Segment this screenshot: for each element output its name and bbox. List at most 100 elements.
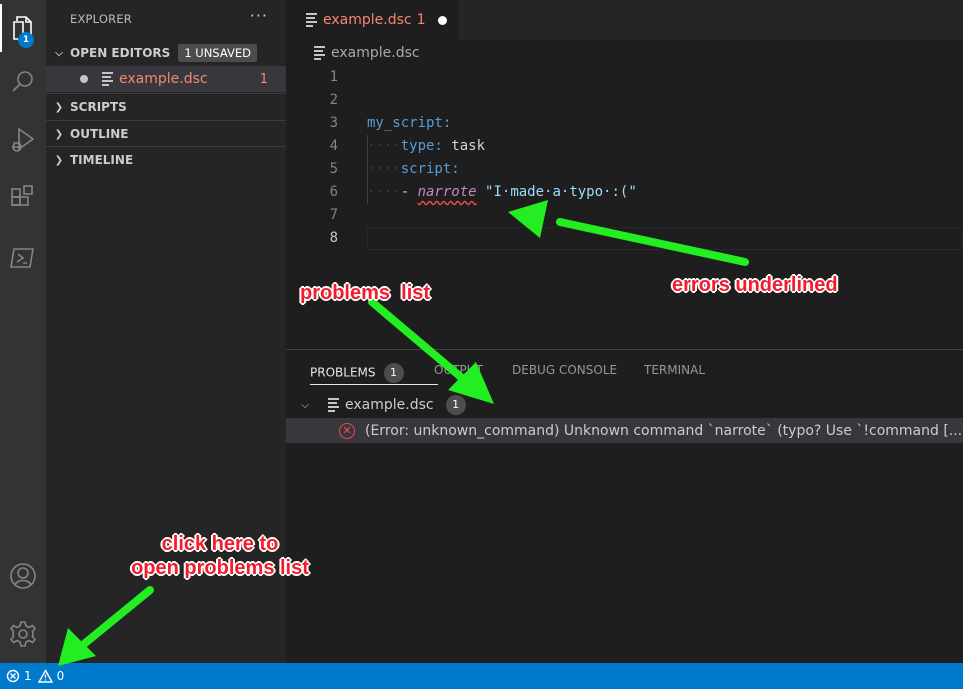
code-line[interactable]: 7 [286, 204, 963, 227]
search-activity-button[interactable] [0, 58, 46, 106]
line-number: 3 [329, 115, 338, 131]
annotation-click-here: click here to open problems list [118, 532, 322, 580]
annotation-errors-underlined: errors underlined [672, 274, 838, 296]
run-debug-icon [12, 127, 35, 152]
annotation-line: open problems list [131, 557, 309, 579]
breadcrumb[interactable]: example.dsc [286, 40, 963, 66]
problems-file-count: 1 [445, 395, 466, 415]
unsaved-dot-icon[interactable] [437, 15, 447, 25]
tab-example-dsc[interactable]: example.dsc 1 [286, 0, 458, 40]
code-line[interactable]: 5 ····script: [286, 158, 963, 181]
list-dash: - [400, 184, 418, 200]
misspelled-command[interactable]: narrote [418, 184, 477, 200]
timeline-section[interactable]: ❯ TIMELINE [46, 146, 286, 173]
chevron-down-icon: ⌵ [301, 399, 309, 411]
chevron-right-icon: ❯ [54, 154, 64, 166]
manage-activity-button[interactable] [0, 610, 46, 658]
extensions-activity-button[interactable] [0, 174, 46, 222]
powershell-icon [10, 248, 34, 268]
file-lines-icon [328, 396, 339, 415]
scripts-section[interactable]: ❯ SCRIPTS [46, 93, 286, 120]
account-icon [10, 563, 36, 589]
problem-message: (Error: unknown_command) Unknown command… [365, 422, 963, 439]
current-line-highlight [367, 227, 963, 250]
current-code-line[interactable]: 8 [286, 227, 963, 250]
script-name-key: my_script: [367, 115, 452, 131]
line-number: 1 [329, 69, 338, 85]
code-line[interactable]: 1 [286, 66, 963, 89]
section-label: TIMELINE [70, 153, 134, 167]
run-debug-activity-button[interactable] [0, 116, 46, 164]
line-number: 2 [329, 92, 338, 108]
tab-problem-count: 1 [416, 12, 426, 28]
outline-section[interactable]: ❯ OUTLINE [46, 120, 286, 147]
status-bar: 1 0 [0, 663, 963, 689]
tab-problems[interactable]: PROBLEMS 1 [310, 363, 437, 385]
problems-file-name: example.dsc [345, 397, 434, 413]
problems-status-button[interactable]: 1 0 [6, 669, 64, 683]
file-lines-icon [102, 70, 113, 89]
annotation-line: click here to [161, 533, 279, 555]
open-editor-example-dsc[interactable]: example.dsc 1 [46, 66, 286, 92]
explorer-badge: 1 [18, 32, 34, 48]
terminal-activity-button[interactable] [0, 234, 46, 282]
search-icon [12, 71, 33, 92]
code-line[interactable]: 6 ····- narrote "I·made·a·typo·:(" [286, 181, 963, 204]
string-argument: "I·made·a·typo·:(" [485, 184, 637, 200]
problems-file-row[interactable]: ⌵ example.dsc 1 [286, 393, 963, 417]
open-editors-section[interactable]: ⌵ OPEN EDITORS 1 UNSAVED [46, 40, 286, 66]
more-actions-button[interactable]: ··· [250, 6, 268, 25]
code-line[interactable]: 4 ····type: task [286, 135, 963, 158]
problems-count-badge: 1 [383, 363, 404, 383]
type-key: type: [400, 138, 443, 154]
code-editor[interactable]: 1 2 3 my_script: 4 ····type: task 5 ····… [286, 66, 963, 349]
script-key: script: [400, 161, 460, 177]
chevron-down-icon: ⌵ [55, 47, 63, 59]
sidebar-title: EXPLORER [70, 12, 132, 26]
gear-icon [9, 621, 37, 647]
code-line[interactable]: 3 my_script: [286, 112, 963, 135]
problem-row[interactable]: ✕ (Error: unknown_command) Unknown comma… [286, 418, 963, 443]
accounts-activity-button[interactable] [0, 552, 46, 600]
line-number: 6 [329, 184, 338, 200]
whitespace-marker: ···· [367, 138, 401, 154]
section-label: SCRIPTS [70, 100, 127, 114]
open-editor-filename: example.dsc [119, 71, 208, 87]
error-count: 1 [24, 669, 32, 683]
open-editors-label: OPEN EDITORS [70, 46, 171, 60]
bottom-panel: PROBLEMS 1 OUTPUT DEBUG CONSOLE TERMINAL … [286, 349, 963, 664]
line-number: 7 [329, 207, 338, 223]
section-label: OUTLINE [70, 127, 129, 141]
activity-bar: 1 [0, 0, 46, 663]
line-number: 8 [329, 230, 338, 246]
type-value: task [442, 138, 486, 154]
warning-icon [37, 669, 53, 683]
chevron-right-icon: ❯ [54, 128, 64, 140]
file-lines-icon [306, 11, 317, 30]
annotation-problems-list: problems list [300, 282, 431, 304]
explorer-activity-button[interactable]: 1 [0, 4, 46, 52]
line-number: 5 [329, 161, 338, 177]
open-editor-problem-count: 1 [259, 71, 268, 87]
error-icon: ✕ [339, 422, 355, 439]
unsaved-badge: 1 UNSAVED [178, 44, 257, 62]
whitespace-marker: ···· [367, 184, 401, 200]
panel-tabs: PROBLEMS 1 OUTPUT DEBUG CONSOLE TERMINAL [286, 350, 963, 390]
line-number: 4 [329, 138, 338, 154]
breadcrumb-filename: example.dsc [331, 45, 420, 61]
warning-count: 0 [56, 669, 65, 683]
whitespace-marker: ···· [367, 161, 401, 177]
tab-output[interactable]: OUTPUT [434, 363, 483, 377]
tab-terminal[interactable]: TERMINAL [644, 363, 705, 377]
editor-tab-bar: example.dsc 1 [286, 0, 963, 40]
file-lines-icon [314, 44, 325, 63]
chevron-right-icon: ❯ [54, 101, 64, 113]
code-line[interactable]: 2 [286, 89, 963, 112]
tab-filename: example.dsc [323, 12, 412, 28]
tab-label: PROBLEMS [310, 365, 376, 380]
unsaved-dot-icon[interactable] [80, 75, 88, 83]
tab-debug-console[interactable]: DEBUG CONSOLE [512, 363, 617, 377]
extensions-icon [11, 185, 33, 206]
error-icon [6, 669, 20, 683]
